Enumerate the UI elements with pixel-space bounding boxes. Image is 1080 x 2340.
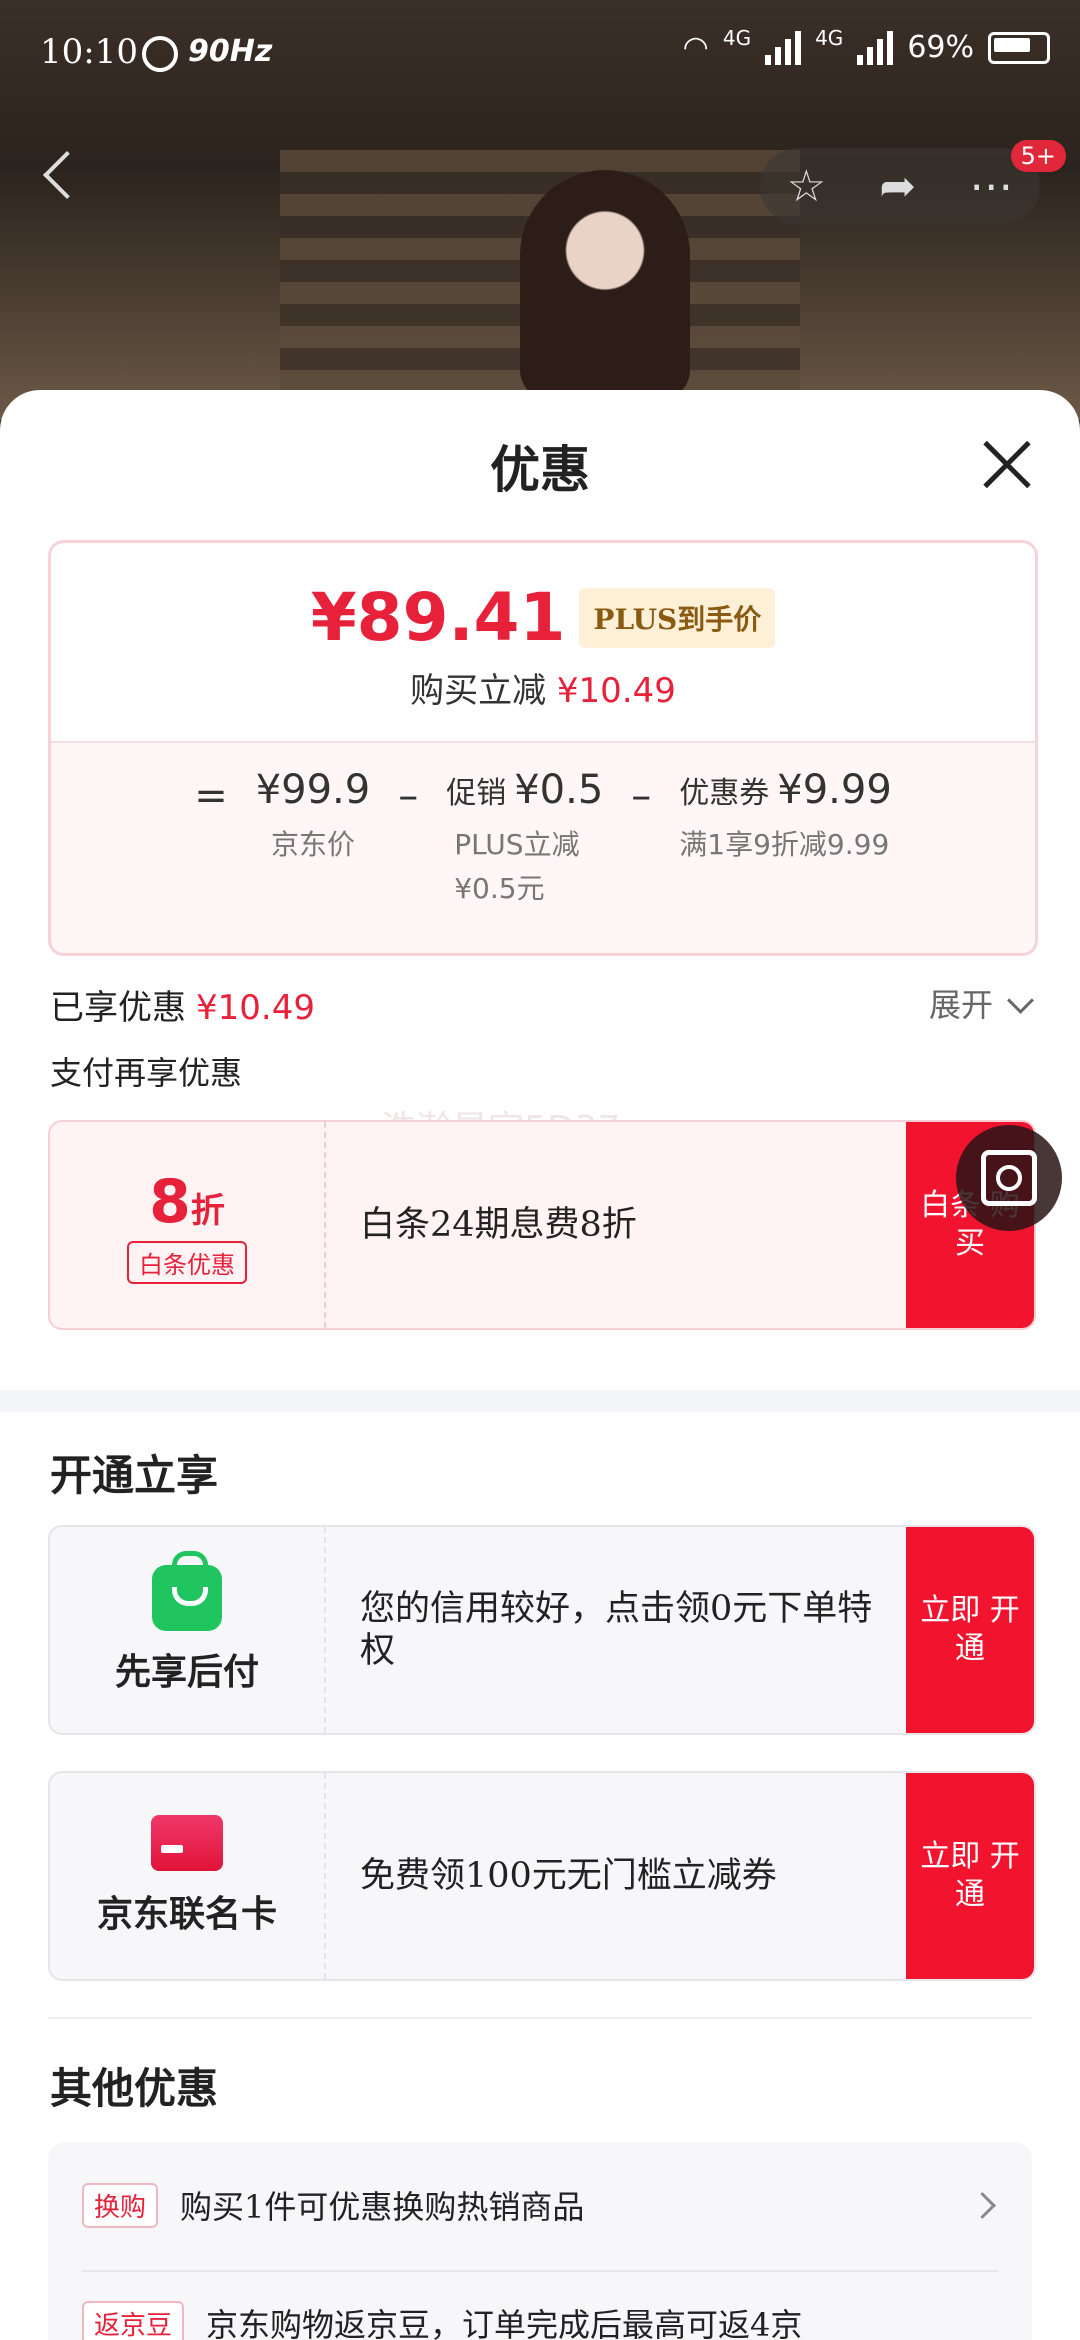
chevron-right-icon xyxy=(969,2191,996,2219)
scan-search-button[interactable] xyxy=(956,1125,1062,1231)
alarm-icon xyxy=(142,36,178,72)
minus-sign: – xyxy=(631,773,652,819)
list-item[interactable]: 返京豆 京东购物返京豆，订单完成后最高可返4京 xyxy=(82,2300,998,2340)
sheet-title: 优惠 xyxy=(490,440,590,499)
jdcard-open-button[interactable]: 立即 开通 xyxy=(906,1773,1034,1979)
baitiao-card[interactable]: 8折 白条优惠 白条24期息费8折 白条 购买 xyxy=(48,1120,1036,1330)
coupon-label: 满1享9折减9.99 xyxy=(679,828,890,861)
reduction-value: ¥10.49 xyxy=(556,671,676,711)
jdcard-card[interactable]: 京东联名卡 免费领100元无门槛立减券 立即 开通 xyxy=(48,1771,1036,1981)
minus-sign: – xyxy=(398,773,419,819)
open-section-title: 开通立享 xyxy=(50,1451,219,1500)
scan-search-icon xyxy=(981,1150,1037,1206)
star-icon[interactable]: ☆ xyxy=(787,161,826,212)
enjoyed-value: ¥10.49 xyxy=(196,988,315,1028)
expand-label: 展开 xyxy=(928,986,993,1024)
chevron-down-icon xyxy=(1007,987,1034,1014)
enjoyed-label: 已享优惠 xyxy=(50,988,186,1028)
other-text: 购买1件可优惠换购热销商品 xyxy=(180,2188,585,2226)
jdcard-desc: 免费领100元无门槛立减券 xyxy=(360,1856,777,1896)
status-bar: 10:10 90Hz ◠ 4G 4G 69% xyxy=(0,0,1080,110)
battery-level: 69% xyxy=(907,30,974,65)
signal-icon xyxy=(765,30,802,65)
jdcard-name: 京东联名卡 xyxy=(96,1893,277,1935)
equals-sign: = xyxy=(194,773,228,819)
base-price: ¥99.9 xyxy=(255,767,371,813)
share-icon[interactable]: ➦ xyxy=(879,161,916,212)
coupon-prefix: 优惠券 xyxy=(679,776,770,811)
back-icon[interactable] xyxy=(42,150,92,200)
pay-section-title: 支付再享优惠 xyxy=(50,1054,243,1092)
xianxiang-name: 先享后付 xyxy=(114,1651,259,1693)
wifi-icon: ◠ xyxy=(682,30,709,65)
shopping-bag-icon xyxy=(152,1551,222,1631)
baitiao-tag: 白条优惠 xyxy=(127,1240,247,1284)
list-item[interactable]: 换购 购买1件可优惠换购热销商品 xyxy=(82,2182,998,2228)
baitiao-discount: 8折 xyxy=(149,1166,225,1237)
network-label-2: 4G xyxy=(815,25,844,50)
other-discounts-list: 换购 购买1件可优惠换购热销商品 返京豆 京东购物返京豆，订单完成后最高可返4京 xyxy=(48,2142,1032,2340)
message-badge: 5+ xyxy=(1010,140,1066,172)
status-time: 10:10 xyxy=(40,32,138,72)
section-divider xyxy=(0,1390,1080,1412)
battery-icon xyxy=(988,31,1050,64)
coupon-amount: ¥9.99 xyxy=(777,767,892,813)
baitiao-desc: 白条24期息费8折 xyxy=(360,1205,637,1245)
other-tag: 换购 xyxy=(82,2182,159,2228)
other-section-title: 其他优惠 xyxy=(50,2064,219,2113)
other-tag: 返京豆 xyxy=(82,2300,185,2340)
section-separator xyxy=(48,2017,1032,2019)
reduction-label: 购买立减 xyxy=(410,671,547,711)
nav-actions: ☆ ➦ ⋯ xyxy=(760,148,1040,224)
base-price-label: 京东价 xyxy=(270,828,355,861)
final-price: ¥89.41 xyxy=(310,579,566,656)
xianxiang-open-button[interactable]: 立即 开通 xyxy=(906,1527,1034,1733)
list-divider xyxy=(82,2270,998,2272)
close-icon[interactable] xyxy=(982,440,1032,490)
plus-price-tag: PLUS到手价 xyxy=(579,587,776,648)
promo-amount: ¥0.5 xyxy=(514,767,604,813)
discount-sheet: 优惠 ¥89.41 PLUS到手价 购买立减 ¥10.49 = ¥99.9 京东… xyxy=(0,390,1080,2340)
promo-label: PLUS立减 ¥0.5元 xyxy=(454,828,580,905)
other-text: 京东购物返京豆，订单完成后最高可返4京 xyxy=(206,2306,803,2340)
enjoyed-discount: 已享优惠 ¥10.49 xyxy=(50,980,315,1029)
promo-prefix: 促销 xyxy=(446,776,507,811)
more-icon[interactable]: ⋯ xyxy=(969,161,1013,212)
network-label-1: 4G xyxy=(722,25,752,50)
refresh-rate: 90Hz xyxy=(188,34,273,69)
expand-button[interactable]: 展开 xyxy=(928,980,1034,1026)
credit-card-icon xyxy=(151,1815,223,1871)
price-breakdown-card: ¥89.41 PLUS到手价 购买立减 ¥10.49 = ¥99.9 京东价 –… xyxy=(48,540,1038,956)
xianxiang-card[interactable]: 先享后付 您的信用较好，点击领0元下单特权 立即 开通 xyxy=(48,1525,1036,1735)
xianxiang-desc: 您的信用较好，点击领0元下单特权 xyxy=(360,1589,873,1671)
top-nav: ☆ ➦ ⋯ 5+ xyxy=(0,140,1080,230)
signal-icon xyxy=(857,30,894,65)
